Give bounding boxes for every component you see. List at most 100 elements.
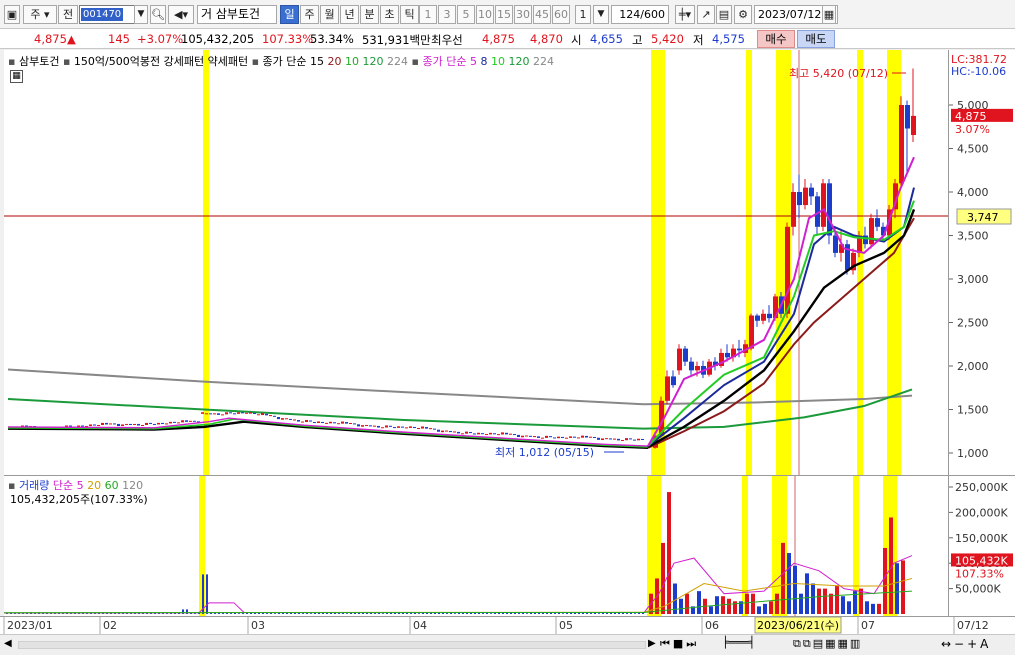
prev-button[interactable]: 전 [58,5,78,24]
candle-flat [481,433,484,435]
volume-bar [763,603,767,614]
period-button-5[interactable]: 초 [380,5,399,24]
market-type-label: 주 [30,8,41,21]
candle-flat [577,437,580,439]
price-chart[interactable]: 최고 5,420 (07/12) 최저 1,012 (05/15) ▪ 삼부토건 … [4,50,948,475]
candle-body [899,105,904,184]
candle-flat [369,425,372,427]
volume-bar [859,588,863,614]
period-button-6[interactable]: 틱 [400,5,419,24]
period-button-0[interactable]: 일 [280,5,299,24]
legend-marker-icon: ▪ [62,55,71,68]
candle-flat [609,438,612,440]
market-type-select[interactable]: 주 ▾ [23,5,57,24]
interval-button-3[interactable]: 3 [438,5,456,24]
toolbar: ▣ 주 ▾ 전 001470 ▼ 🔍︎ ◀▾ 거 삼부토건 1 ▼ 124/60… [0,0,1015,29]
candle-flat [213,413,216,415]
speaker-icon[interactable]: ◀▾ [168,5,194,24]
period-button-1[interactable]: 주 [300,5,319,24]
volume-bar-flat [446,613,448,614]
candle-body [689,361,694,371]
volume-bar [769,601,773,614]
volume-bar [805,573,809,614]
volume-bar [895,563,899,614]
volume-bar-flat [402,612,404,614]
candle-flat [137,423,140,426]
candle-body [803,187,808,206]
candle-flat [313,422,316,424]
code-dropdown-icon[interactable]: ▼ [134,5,148,24]
scroll-track[interactable] [18,641,646,649]
candle-flat [145,422,148,425]
zoom-slider[interactable]: ╞═══╡ [722,636,786,652]
legend-ma8: 8 [480,55,488,68]
candle-flat [593,436,596,438]
candle-body [749,315,754,349]
volume-bar-flat [338,613,340,614]
candle-flat [557,436,560,439]
interval-button-10[interactable]: 10 [476,5,494,24]
candle-flat [629,438,632,440]
high-annotation: 최고 5,420 (07/12) [789,67,888,80]
calendar-icon[interactable]: ▦ [822,5,836,24]
volume-bar [835,586,839,614]
up-arrow-icon: ▲ [67,32,76,46]
period-button-3[interactable]: 년 [340,5,359,24]
candle-flat [389,425,392,427]
volume-bar-flat [598,613,600,614]
candle-flat [625,438,628,441]
period-button-4[interactable]: 분 [360,5,379,24]
trade-amount: 531,931백만 [362,33,431,47]
candle-flat [329,421,332,424]
count-field[interactable]: 1 [575,5,591,24]
chart-scrollbar[interactable]: ◀ ▶ ⏮■⏭ ╞═══╡ ⧉⧉▤▦▦▥ ↔−+A [0,634,1015,655]
candle-type-icon[interactable]: ╪▾ [675,5,695,24]
buy-button[interactable]: 매수 [757,30,795,48]
print-icon[interactable]: ▤ [716,5,732,24]
view-tools-icon[interactable]: ⧉⧉▤▦▦▥ [793,637,862,651]
interval-button-30[interactable]: 30 [514,5,532,24]
low-annotation: 최저 1,012 (05/15) [495,446,594,459]
volume-bar-flat [582,612,584,614]
search-icon[interactable]: 🔍︎ [150,5,166,24]
candle-flat [477,432,480,435]
count-dropdown-icon[interactable]: ▼ [593,5,609,24]
candle-flat [453,431,456,433]
candle-flat [245,412,248,414]
sell-button[interactable]: 매도 [797,30,835,48]
candle-flat [377,425,380,428]
candle-flat [233,413,236,415]
grid-toggle-icon[interactable]: ▦ [10,70,23,83]
volume-tick-label: 150,000K [955,532,1008,545]
gear-icon[interactable]: ⚙ [734,5,752,24]
scroll-left-icon[interactable]: ◀ [4,638,12,649]
candle-flat [361,425,364,427]
date-tick-label: 03 [251,619,265,632]
candle-flat [561,436,564,438]
highlight-band [746,50,752,475]
volume-bar-flat [238,613,240,614]
drawing-tool-icon[interactable]: ↗ [697,5,715,24]
candle-flat [637,438,640,441]
volume-bar-flat [410,613,412,614]
volume-bar-flat [490,613,492,614]
page-field[interactable]: 124/600 [611,5,669,24]
period-button-2[interactable]: 월 [320,5,339,24]
interval-button-60[interactable]: 60 [552,5,570,24]
window-menu-icon[interactable]: ▣ [4,5,20,24]
interval-button-5[interactable]: 5 [457,5,475,24]
zoom-controls[interactable]: ↔−+A [941,637,991,651]
volume-chart[interactable]: ▪ 거래량 단순 5 20 60 120 105,432,205주(107.33… [3,475,948,616]
volume-bar-flat [554,613,556,614]
price-chart-canvas[interactable]: 최고 5,420 (07/12) 최저 1,012 (05/15) [4,50,948,475]
volume-bar [823,588,827,614]
candle-flat [597,437,600,440]
scroll-right-icon[interactable]: ▶ [648,638,656,649]
volume-bar-flat [130,613,132,614]
interval-button-15[interactable]: 15 [495,5,513,24]
navigation-controls[interactable]: ⏮■⏭ [660,637,699,651]
volume-bar [901,560,905,614]
interval-button-45[interactable]: 45 [533,5,551,24]
interval-button-1[interactable]: 1 [419,5,437,24]
candle-flat [601,438,604,441]
